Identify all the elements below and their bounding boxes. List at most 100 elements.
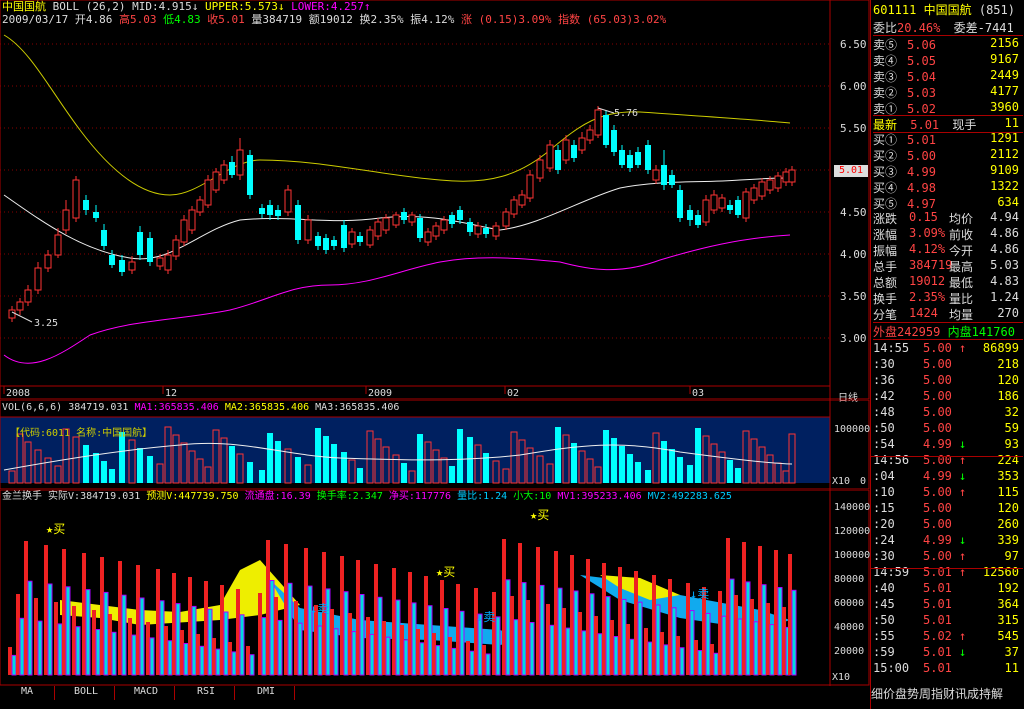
tick-time: :40 [873,581,895,595]
tick-time: :36 [873,373,895,387]
date-tick-label: 03 [692,388,705,399]
jl-bar-cyan [573,590,579,676]
candle-body-up [562,139,570,161]
candle-body-down [295,205,301,240]
weibi-row: 委比20.46% 委差-7441 [873,19,1023,36]
jl-bar-cyan [605,596,611,676]
tick-time: :45 [873,597,895,611]
side-footer-tabs[interactable]: 细价盘势周指财讯成持解 [871,685,1003,702]
price-tick-label: 3.00 [840,332,867,345]
price-tick-label: 4.00 [840,248,867,261]
tab-dmi[interactable]: DMI [238,686,295,700]
vol-bar-down [341,452,347,483]
jl-bar-cyan [451,647,457,676]
tick-time: :42 [873,389,895,403]
jl-bar-cyan [215,648,221,676]
jl-bar-cyan [505,579,511,676]
bid-row[interactable]: 买① 5.01 1291 [873,131,1023,147]
bid-row[interactable]: 买② 5.00 2112 [873,147,1023,163]
tab-boll[interactable]: BOLL [58,686,115,700]
stock-title: 601111 中国国航 (851) [873,1,1023,17]
jinlan-turnover-chart[interactable] [0,490,870,686]
jl-bar-red [382,621,386,675]
jl-bar-cyan [377,596,383,676]
candle-body-down [669,175,675,185]
vol-bar-down [449,466,455,483]
tick-price: 5.01 [923,645,952,659]
vol-axis-label: 0 [860,476,867,487]
quote-price: 5.01 [907,133,936,147]
jl-bar-red [668,579,672,675]
tick-price: 5.00 [923,357,952,371]
price-tick-label: 4.50 [840,206,867,219]
ask-row[interactable]: 卖③ 5.04 2449 [873,68,1023,84]
low-label: 3.25 [34,318,59,329]
weibi-value: 20.46% [897,21,941,35]
vol-code-label: 【代码:6011 名称:中国国航】 [10,424,152,439]
candle-body-up [382,217,390,231]
tick-time: :20 [873,517,895,531]
quote-volume: 634 [997,195,1019,209]
jl-bar-red [220,585,224,675]
jl-bar-red [546,604,550,675]
candle-body-down [109,255,115,265]
jl-bar-red [366,617,370,675]
candle-body-up [492,225,500,237]
jl-bar-cyan [589,593,595,676]
vol-header: VOL(6,6,6) 384719.031 MA1:365835.406 MA2… [2,402,399,414]
quote-volume: 4177 [990,84,1019,98]
jl-bar-red [340,556,344,675]
tick-row: :30 5.00 ↑ 97 [873,549,1023,565]
ask-row[interactable]: 卖⑤ 5.06 2156 [873,36,1023,52]
candle-body-up [366,229,374,246]
vol-bar-down [119,432,125,483]
jl-bar-red [474,588,478,675]
jl-bar-red [188,577,192,675]
jl-bar-red [726,538,730,675]
quote-high: 高5.03 [118,13,157,26]
candle-body-down [735,200,741,215]
jl-bar-cyan [791,589,797,676]
candlestick-chart[interactable] [0,0,870,400]
jl-bar-cyan [175,603,181,676]
candle-body-down [611,130,617,152]
tick-price: 5.00 [923,373,952,387]
jl-bar-cyan [27,580,33,676]
jl-mv1: MV1:395233.406 [557,491,642,502]
candle-body-down [315,236,321,246]
ask-row[interactable]: 卖① 5.02 3960 [873,100,1023,116]
bid-row[interactable]: 买④ 4.98 1322 [873,179,1023,195]
vol-bar-down [627,454,633,483]
jl-bar-cyan [761,584,767,676]
tab-macd[interactable]: MACD [118,686,175,700]
jl-bar-cyan [485,653,491,676]
jl-bar-red [408,572,412,675]
quote-open: 开4.86 [74,13,113,26]
candle-body-up [440,219,448,231]
tick-row: :42 5.00 186 [873,389,1023,405]
ask-row[interactable]: 卖② 5.03 4177 [873,84,1023,100]
ask-row[interactable]: 卖④ 5.05 9167 [873,52,1023,68]
candle-body-up [502,211,510,227]
tick-price: 5.02 [923,629,952,643]
jl-bar-red [774,550,778,675]
tick-row: :20 5.00 260 [873,517,1023,533]
candle-body-up [34,267,42,291]
bid-row[interactable]: 买⑤ 4.97 634 [873,195,1023,211]
stat-row: 换手 2.35% 量比 1.24 [873,290,1023,306]
tab-rsi[interactable]: RSI [178,686,235,700]
vol-bar-down [247,462,253,483]
outer-inner-row: 外盘242959 内盘141760 [873,322,1023,340]
stat-label: 总额 [873,276,898,290]
jl-bar-red [348,613,352,675]
jl-bar-cyan [647,641,653,676]
quote-price: 5.06 [907,38,936,52]
vol-bar-down [555,427,561,483]
jl-bar-red [108,614,112,675]
jl-bar-cyan [713,652,719,676]
tab-ma[interactable]: MA [0,686,55,700]
stat-label: 均量 [949,308,974,322]
bid-row[interactable]: 买③ 4.99 9109 [873,163,1023,179]
vol-bar-down [93,453,99,483]
quote-volume: 2449 [990,68,1019,82]
